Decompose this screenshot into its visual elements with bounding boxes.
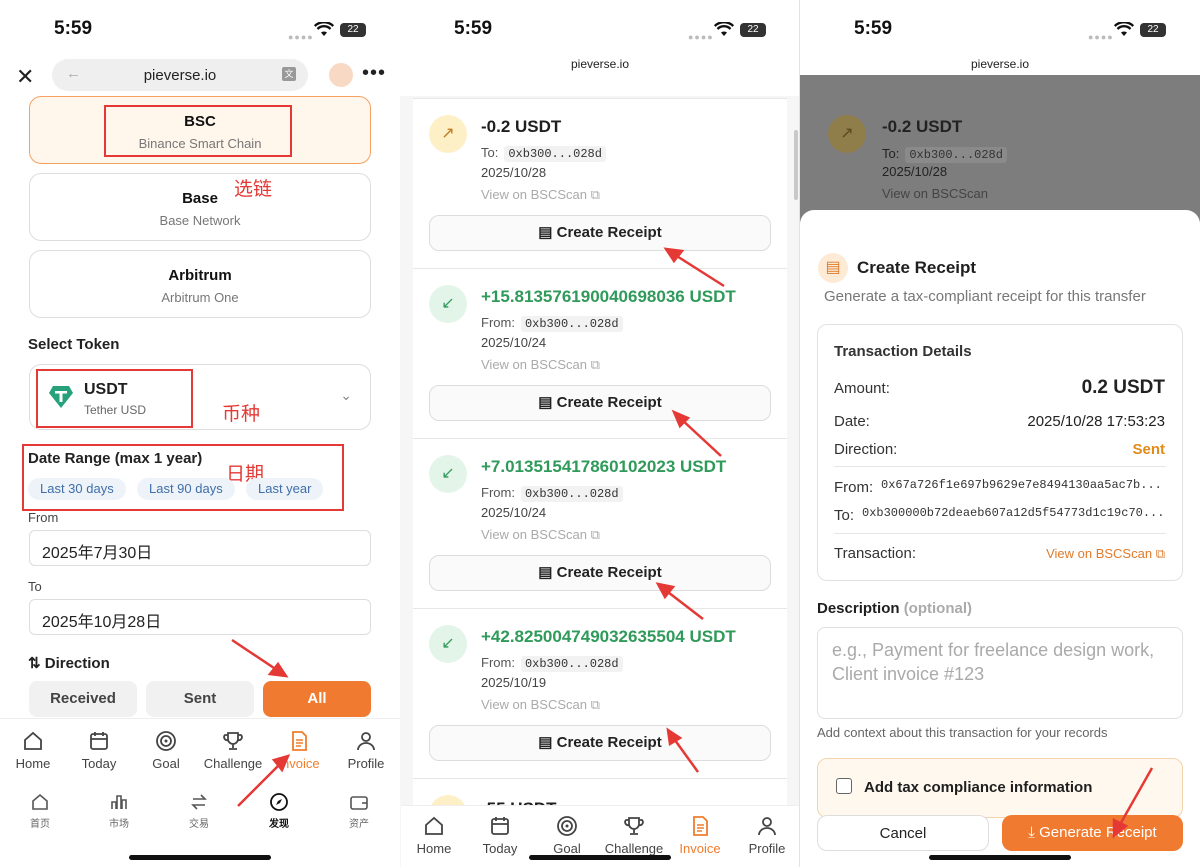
annotation-arrow xyxy=(663,588,704,620)
annotation-arrows xyxy=(231,247,1154,839)
annotation-arrow xyxy=(679,417,722,457)
annotation-arrow xyxy=(671,251,725,288)
annotation-arrowhead xyxy=(1112,817,1129,839)
annotation-arrow xyxy=(237,761,283,807)
annotation-arrowhead xyxy=(666,727,683,747)
annotation-arrow xyxy=(231,638,281,674)
annotation-arrow xyxy=(1116,767,1154,829)
